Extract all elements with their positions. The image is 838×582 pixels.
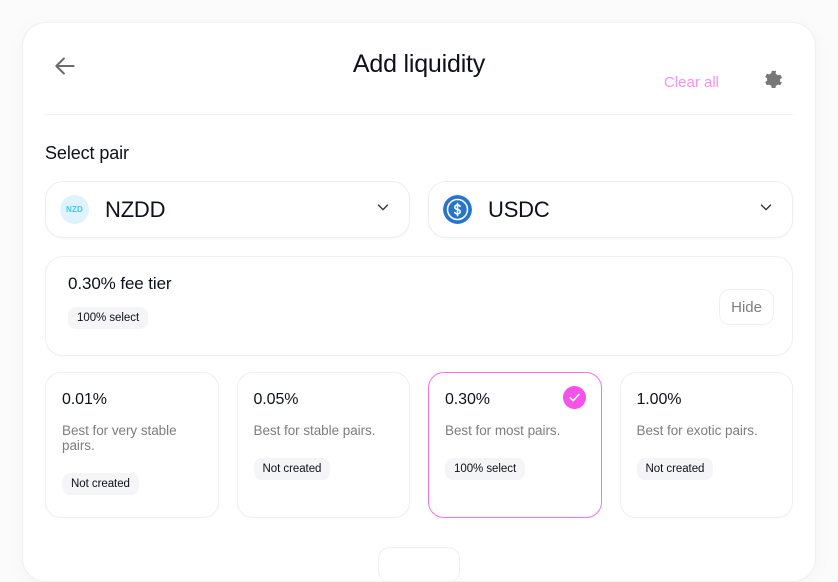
fee-tier-description: Best for most pairs.	[445, 423, 561, 438]
fee-tier-option-0.01[interactable]: 0.01% Best for very stable pairs. Not cr…	[45, 372, 219, 518]
header-divider	[45, 114, 793, 115]
fee-tier-option-0.30[interactable]: 0.30% Best for most pairs. 100% select	[428, 372, 602, 518]
gear-icon	[762, 70, 784, 95]
body: Select pair NZD NZDD USDC 0.30% fee tier…	[23, 143, 815, 518]
usdc-token-icon	[443, 195, 472, 224]
fee-tier-status-badge: Not created	[636, 458, 714, 480]
token-pair-row: NZD NZDD USDC	[45, 181, 793, 238]
nzd-token-icon-label: NZD	[65, 205, 84, 214]
fee-tier-title: 0.30% fee tier	[68, 274, 172, 293]
fee-tier-description: Best for stable pairs.	[253, 423, 376, 438]
fee-tier-percent: 0.05%	[253, 391, 299, 408]
header: Add liquidity Clear all	[23, 23, 815, 115]
fee-tier-options: 0.01% Best for very stable pairs. Not cr…	[45, 372, 793, 518]
token-symbol: NZDD	[105, 196, 166, 222]
fee-tier-description: Best for exotic pairs.	[636, 423, 758, 438]
token-symbol: USDC	[488, 196, 550, 222]
token-select-usdc[interactable]: USDC	[428, 181, 793, 238]
fee-tier-status-badge: Not created	[62, 473, 139, 495]
fee-tier-option-0.05[interactable]: 0.05% Best for stable pairs. Not created	[236, 372, 410, 518]
check-icon	[562, 386, 586, 409]
clear-all-button[interactable]: Clear all	[664, 74, 719, 91]
nzd-token-icon: NZD	[60, 195, 89, 224]
token-select-nzdd[interactable]: NZD NZDD	[45, 181, 410, 238]
fee-tier-description: Best for very stable pairs.	[62, 423, 177, 453]
chevron-down-icon	[374, 198, 392, 221]
hide-fee-tiers-button[interactable]: Hide	[719, 289, 774, 325]
fee-tier-status-badge: 100% select	[445, 458, 526, 480]
add-liquidity-card: Add liquidity Clear all Select pair NZD …	[22, 22, 816, 582]
below-fold-control[interactable]	[378, 547, 460, 581]
fee-tier-select-badge: 100% select	[68, 307, 149, 329]
fee-tier-status-badge: Not created	[253, 458, 331, 480]
settings-button[interactable]	[753, 62, 793, 102]
fee-tier-panel: 0.30% fee tier 100% select Hide	[45, 256, 793, 356]
fee-tier-percent: 0.01%	[62, 391, 107, 408]
fee-tier-option-1.00[interactable]: 1.00% Best for exotic pairs. Not created	[619, 372, 793, 518]
select-pair-label: Select pair	[45, 143, 129, 163]
fee-tier-percent: 1.00%	[636, 391, 682, 408]
chevron-down-icon	[757, 198, 775, 221]
